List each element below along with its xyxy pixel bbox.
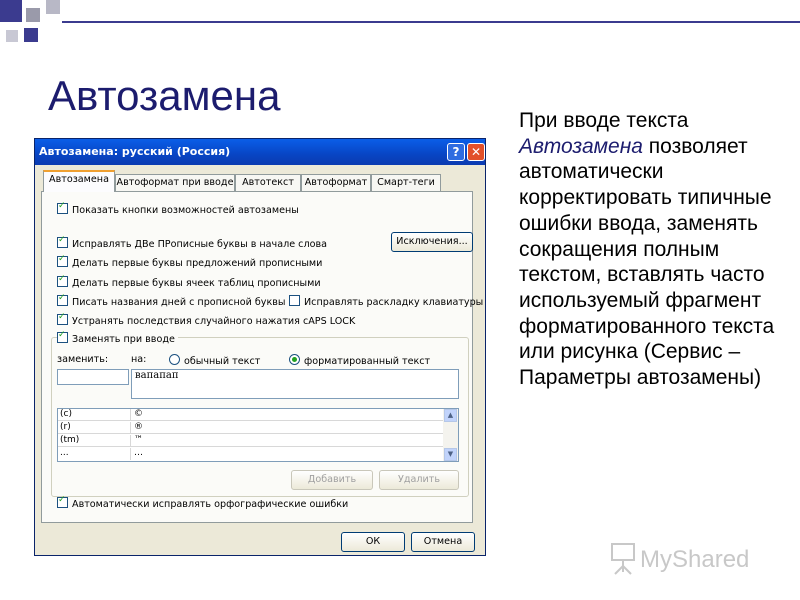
plain-text-radio[interactable]: обычный текст [169,354,260,367]
option-label: Автоматически исправлять орфографические… [72,499,349,510]
option-label: Заменять при вводе [72,334,175,345]
option-label: Писать названия дней с прописной буквы [72,297,286,308]
option-capitalize-table-cells[interactable]: Делать первые буквы ячеек таблиц прописн… [57,274,321,289]
option-capitalize-days[interactable]: Писать названия дней с прописной буквы [57,293,286,308]
formatted-text-radio[interactable]: форматированный текст [289,354,430,367]
help-button[interactable]: ? [447,143,465,161]
body-text-rest: позволяет автоматически корректировать т… [519,134,775,390]
dialog-title: Автозамена: русский (Россия) [39,145,231,158]
scroll-down-icon[interactable]: ▼ [444,448,457,461]
decor-square-gray [46,0,60,14]
list-item-from: ... [60,448,69,458]
ok-button[interactable]: ОК [341,532,405,552]
decor-line [62,21,800,23]
tab-autoformat[interactable]: Автоформат [301,174,371,191]
delete-button[interactable]: Удалить [379,470,459,490]
tab-smart-tags[interactable]: Смарт-теги [371,174,441,191]
list-item[interactable]: (r) ® [58,422,444,434]
watermark-text: MyShared [640,546,750,573]
decor-square-blue [24,28,38,42]
list-item-to: ™ [134,435,143,445]
replace-as-you-type-option[interactable]: Заменять при вводе [57,330,178,345]
option-keyboard-layout[interactable]: Исправлять раскладку клавиатуры [289,295,483,308]
option-label: Исправлять раскладку клавиатуры [304,297,484,308]
decor-square-gray [26,8,40,22]
watermark-logo: MyShared [610,540,770,580]
option-label: Делать первые буквы ячеек таблиц прописн… [72,278,321,289]
option-caps-lock[interactable]: Устранять последствия случайного нажатия… [57,312,356,327]
list-item-to: … [134,448,143,458]
list-item-to: © [134,409,143,419]
list-item[interactable]: ... … [58,448,444,460]
checkbox[interactable] [57,235,68,248]
spelling-option[interactable]: Автоматически исправлять орфографические… [57,495,349,510]
checkbox[interactable] [57,330,68,343]
tab-autocorrect[interactable]: Автозамена [43,170,115,192]
checkbox[interactable] [57,254,68,267]
body-text-highlight: Автозамена [519,134,643,158]
slide-body-text: При вводе текста Автозамена позволяет ав… [519,108,779,391]
radio[interactable] [289,354,300,365]
list-item[interactable]: (tm) ™ [58,435,444,447]
checkbox[interactable] [57,312,68,325]
tab-autotext[interactable]: Автотекст [235,174,301,191]
with-input[interactable]: вапапап [131,369,459,399]
list-item-from: (tm) [60,435,80,445]
checkbox[interactable] [57,201,68,214]
replace-input[interactable] [57,369,129,385]
option-label: Показать кнопки возможностей автозамены [72,205,299,216]
option-label: Делать первые буквы предложений прописны… [72,258,323,269]
cancel-button[interactable]: Отмена [411,532,475,552]
list-item-to: ® [134,422,143,432]
option-capitalize-sentences[interactable]: Делать первые буквы предложений прописны… [57,254,323,269]
add-button[interactable]: Добавить [291,470,373,490]
radio[interactable] [169,354,180,365]
close-button[interactable]: ✕ [467,143,485,161]
replacement-list[interactable]: (c) © (r) ® (tm) ™ ... … ▲ ▼ [57,408,459,462]
list-item-from: (c) [60,409,72,419]
body-text-start: При вводе текста [519,109,689,132]
replace-label: заменить: [57,354,109,365]
radio-label: обычный текст [184,356,261,367]
tab-autoformat-as-you-type[interactable]: Автоформат при вводе [115,174,235,191]
show-buttons-option[interactable]: Показать кнопки возможностей автозамены [57,201,299,216]
decor-square-gray [6,30,18,42]
checkbox[interactable] [57,495,68,508]
list-item[interactable]: (c) © [58,409,444,421]
radio-label: форматированный текст [304,356,431,367]
page-title: Автозамена [48,72,281,119]
list-scrollbar[interactable]: ▲ ▼ [443,409,458,461]
dialog-titlebar[interactable]: Автозамена: русский (Россия) ? ✕ [35,139,485,165]
checkbox[interactable] [289,295,300,306]
decor-square-blue [0,0,22,22]
option-label: Устранять последствия случайного нажатия… [72,316,356,327]
checkbox[interactable] [57,274,68,287]
with-label: на: [131,354,147,365]
list-item-from: (r) [60,422,71,432]
presentation-icon [611,543,635,575]
scroll-up-icon[interactable]: ▲ [444,409,457,422]
exceptions-button[interactable]: Исключения... [391,232,473,252]
option-two-capitals[interactable]: Исправлять ДВе ПРописные буквы в начале … [57,235,327,250]
autocorrect-dialog: Автозамена: русский (Россия) ? ✕ Автозам… [34,138,486,556]
checkbox[interactable] [57,293,68,306]
option-label: Исправлять ДВе ПРописные буквы в начале … [72,239,327,250]
